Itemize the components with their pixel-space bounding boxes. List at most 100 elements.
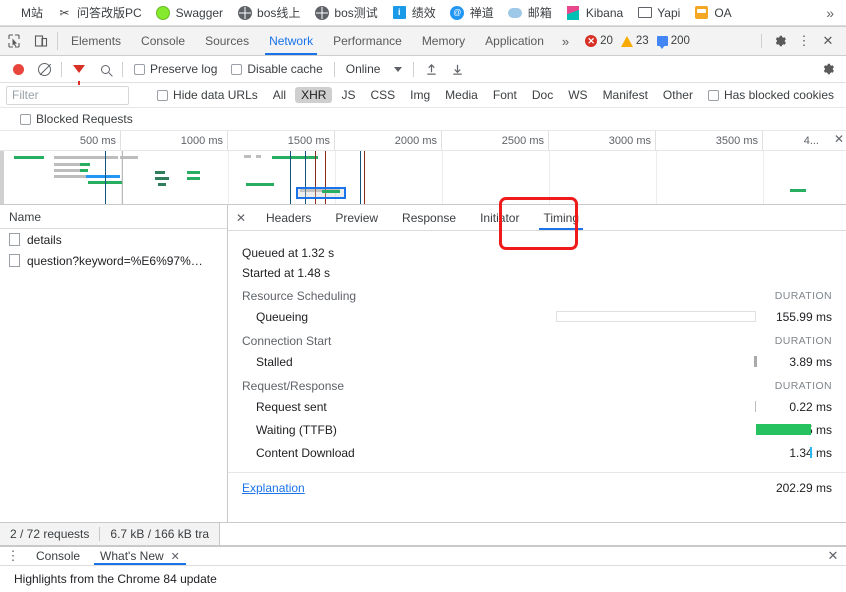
request-list-panel: Name details question?keyword=%E6%97%…	[0, 205, 228, 522]
kebab-icon[interactable]: ⋮	[792, 29, 816, 53]
tab-console[interactable]: Console	[131, 27, 195, 55]
blocked-requests-label: Blocked Requests	[36, 112, 133, 126]
filter-type-font[interactable]: Font	[487, 87, 523, 103]
drawer-tab-label: What's New	[100, 549, 164, 563]
drawer-menu-icon[interactable]: ⋮	[0, 547, 26, 565]
filter-type-all[interactable]: All	[267, 87, 292, 103]
filter-type-css[interactable]: CSS	[364, 87, 401, 103]
overview-selection[interactable]	[296, 187, 346, 199]
bookmark-item-2[interactable]: Swagger	[149, 2, 230, 24]
bookmark-item-9[interactable]: Yapi	[630, 2, 687, 24]
duration-header: DURATION	[774, 335, 832, 347]
has-blocked-cookies-checkbox[interactable]: Has blocked cookies	[702, 88, 840, 102]
explanation-link[interactable]: Explanation	[242, 481, 776, 495]
timing-row-label: Request sent	[256, 399, 327, 414]
import-har-icon[interactable]	[419, 58, 443, 80]
tab-network[interactable]: Network	[259, 27, 323, 55]
tab-memory[interactable]: Memory	[412, 27, 475, 55]
network-overview[interactable]: 500 ms 1000 ms 1500 ms 2000 ms 2500 ms 3…	[0, 131, 846, 205]
request-column-header[interactable]: Name	[0, 205, 227, 229]
cloud-mail-icon	[508, 5, 523, 20]
drawer-tab-whats-new[interactable]: What's New ✕	[90, 547, 190, 565]
bookmarks-overflow-button[interactable]: »	[818, 5, 842, 21]
filter-icon[interactable]	[67, 58, 91, 85]
folder-icon	[637, 5, 652, 20]
transferred-size: 6.7 kB / 166 kB tra	[110, 527, 210, 541]
filter-type-media[interactable]: Media	[439, 87, 484, 103]
inspect-icon[interactable]	[0, 27, 27, 55]
network-settings-icon[interactable]	[816, 58, 840, 80]
tab-preview[interactable]: Preview	[323, 205, 390, 230]
overview-canvas[interactable]	[0, 151, 846, 204]
devtools-toolbar-right: ⋮ ✕	[755, 27, 846, 55]
bookmark-item-6[interactable]: @ 禅道	[443, 2, 501, 24]
table-row[interactable]: details	[0, 229, 227, 250]
tab-performance[interactable]: Performance	[323, 27, 412, 55]
close-tab-icon[interactable]: ✕	[171, 550, 180, 563]
filter-type-other[interactable]: Other	[657, 87, 699, 103]
timing-total: 202.29 ms	[775, 481, 832, 495]
export-har-icon[interactable]	[445, 58, 469, 80]
tab-headers[interactable]: Headers	[254, 205, 323, 230]
tab-initiator[interactable]: Initiator	[468, 205, 531, 230]
filter-type-ws[interactable]: WS	[562, 87, 593, 103]
table-row[interactable]: question?keyword=%E6%97%…	[0, 250, 227, 271]
close-drawer-icon[interactable]: ✕	[820, 547, 846, 565]
checkbox-box	[157, 89, 169, 101]
device-toolbar-icon[interactable]	[27, 27, 54, 55]
bookmark-item-1[interactable]: ✂ 问答改版PC	[50, 2, 149, 24]
filter-type-xhr[interactable]: XHR	[295, 87, 333, 103]
gear-icon[interactable]	[768, 29, 792, 53]
timing-track	[556, 310, 756, 323]
overview-left-handle[interactable]	[0, 151, 4, 204]
close-overview-icon[interactable]: ✕	[834, 132, 844, 146]
warning-icon	[620, 35, 633, 47]
filter-type-manifest[interactable]: Manifest	[597, 87, 654, 103]
timing-row-queueing[interactable]: Queueing 155.99 ms	[228, 305, 846, 328]
kibana-icon	[566, 5, 581, 20]
drawer-tab-console[interactable]: Console	[26, 547, 90, 565]
timing-row-waiting-ttfb[interactable]: Waiting (TTFB) 40.85 ms	[228, 418, 846, 441]
filter-type-js[interactable]: JS	[335, 87, 361, 103]
bookmark-item-5[interactable]: i 绩效	[385, 2, 443, 24]
chevron-down-icon	[394, 66, 403, 72]
filter-input[interactable]: Filter	[6, 85, 130, 105]
bookmark-item-7[interactable]: 邮箱	[501, 2, 559, 24]
record-icon[interactable]	[6, 58, 30, 80]
bookmark-item-3[interactable]: bos线上	[230, 2, 307, 24]
bookmark-item-8[interactable]: Kibana	[559, 2, 630, 24]
blocked-requests-checkbox[interactable]: Blocked Requests	[6, 112, 139, 126]
bookmark-label: 绩效	[411, 6, 436, 20]
close-detail-icon[interactable]: ✕	[228, 205, 254, 230]
warning-counter[interactable]: 23	[619, 35, 651, 47]
throttling-dropdown[interactable]: Online	[340, 62, 409, 76]
timing-row-stalled[interactable]: Stalled 3.89 ms	[228, 350, 846, 373]
disable-cache-checkbox[interactable]: Disable cache	[225, 62, 328, 76]
info-counter[interactable]: 200	[655, 35, 692, 49]
error-counter[interactable]: ✕ 20	[583, 35, 615, 47]
timing-row-request-sent[interactable]: Request sent 0.22 ms	[228, 395, 846, 418]
timing-row-label: Queueing	[256, 309, 309, 324]
throttling-value: Online	[345, 62, 381, 76]
tab-application[interactable]: Application	[475, 27, 554, 55]
bookmark-item-4[interactable]: bos测试	[307, 2, 384, 24]
preserve-log-checkbox[interactable]: Preserve log	[128, 62, 223, 76]
tab-response[interactable]: Response	[390, 205, 468, 230]
issue-counters[interactable]: ✕ 20 23 200	[583, 27, 692, 55]
bookmark-item-0[interactable]: M站	[0, 2, 50, 24]
search-icon[interactable]	[93, 58, 117, 80]
tab-timing[interactable]: Timing	[531, 205, 591, 230]
filter-type-img[interactable]: Img	[404, 87, 436, 103]
request-list[interactable]: details question?keyword=%E6%97%…	[0, 229, 227, 522]
timing-row-content-download[interactable]: Content Download 1.34 ms	[228, 441, 846, 464]
close-icon[interactable]: ✕	[816, 29, 840, 53]
filter-type-doc[interactable]: Doc	[526, 87, 559, 103]
bookmark-item-10[interactable]: OA	[687, 2, 738, 24]
hide-data-urls-checkbox[interactable]: Hide data URLs	[151, 88, 264, 102]
duration-header: DURATION	[774, 380, 832, 392]
clear-icon[interactable]	[32, 58, 56, 80]
has-blocked-cookies-label: Has blocked cookies	[723, 88, 834, 102]
tab-sources[interactable]: Sources	[195, 27, 259, 55]
more-tabs-button[interactable]: »	[554, 27, 577, 55]
tab-elements[interactable]: Elements	[61, 27, 131, 55]
